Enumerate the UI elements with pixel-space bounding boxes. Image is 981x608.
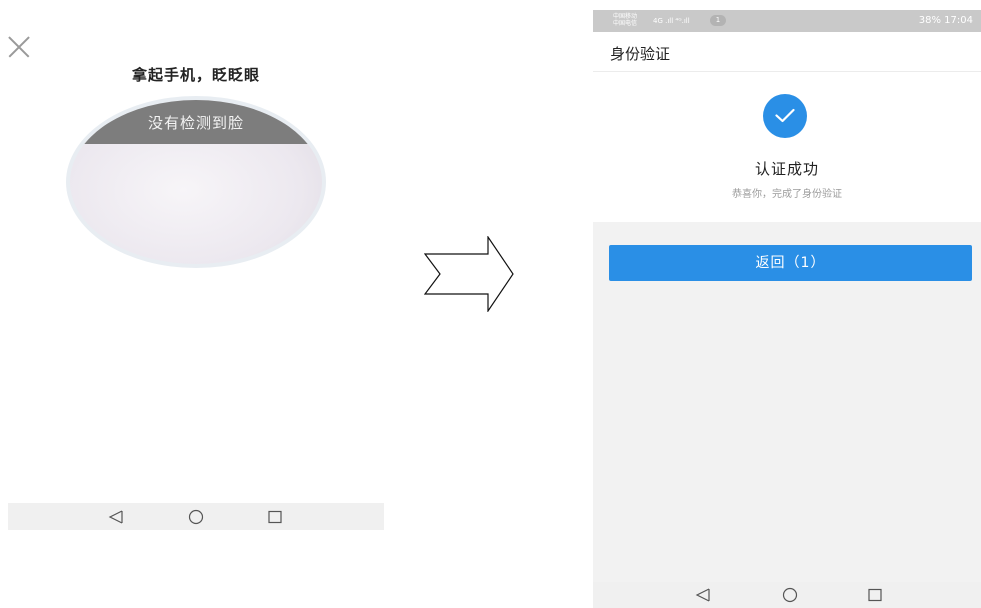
triangle-back-icon[interactable] bbox=[695, 587, 711, 603]
face-detect-message: 没有检测到脸 bbox=[70, 100, 322, 144]
page-title: 身份验证 bbox=[610, 45, 671, 63]
circle-home-icon[interactable] bbox=[782, 587, 798, 603]
triangle-back-icon[interactable] bbox=[108, 509, 124, 525]
right-arrow-icon bbox=[423, 235, 514, 313]
battery-time: 38% 17:04 bbox=[918, 15, 973, 26]
square-recent-icon[interactable] bbox=[867, 587, 883, 603]
signal-indicator: 4G .ıll ⁴ᴳ.ıll bbox=[653, 17, 690, 25]
navigation-bar bbox=[8, 503, 384, 530]
navigation-bar bbox=[593, 582, 981, 608]
face-camera-preview: 没有检测到脸 bbox=[66, 96, 326, 268]
left-phone-screen: 拿起手机，眨眨眼 没有检测到脸 bbox=[0, 0, 392, 540]
success-subtitle: 恭喜你，完成了身份验证 bbox=[732, 189, 842, 200]
carrier-labels: 中国移动 中国电信 bbox=[613, 13, 637, 27]
status-bar: 中国移动 中国电信 4G .ıll ⁴ᴳ.ıll 1 38% 17:04 bbox=[593, 10, 981, 32]
success-panel: 认证成功 恭喜你，完成了身份验证 bbox=[593, 72, 981, 222]
success-title: 认证成功 bbox=[754, 160, 819, 178]
app-header: 身份验证 bbox=[593, 32, 981, 72]
circle-home-icon[interactable] bbox=[188, 509, 204, 525]
instruction-title: 拿起手机，眨眨眼 bbox=[131, 66, 260, 84]
carrier-2: 中国电信 bbox=[613, 20, 638, 27]
right-phone-screen: 中国移动 中国电信 4G .ıll ⁴ᴳ.ıll 1 38% 17:04 身份验… bbox=[593, 10, 981, 608]
carrier-1: 中国移动 bbox=[613, 13, 638, 20]
notification-badge: 1 bbox=[710, 15, 726, 26]
square-recent-icon[interactable] bbox=[267, 509, 283, 525]
check-icon bbox=[763, 94, 807, 138]
return-button[interactable]: 返回（1） bbox=[609, 245, 972, 281]
close-icon[interactable] bbox=[8, 36, 30, 58]
